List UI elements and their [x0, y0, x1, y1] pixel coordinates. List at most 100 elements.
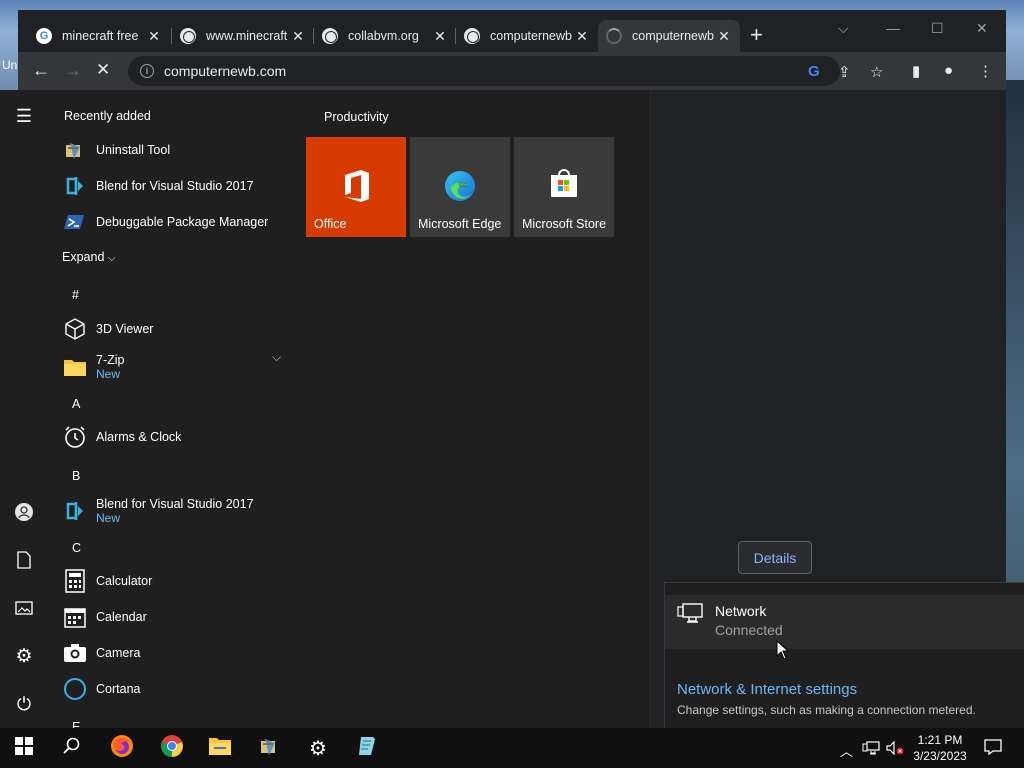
group-letter-e[interactable]: E — [72, 720, 80, 728]
edge-icon — [443, 169, 477, 208]
app-3d-viewer[interactable]: 3D Viewer — [62, 314, 153, 344]
blend-icon — [62, 498, 88, 524]
window-close-icon[interactable]: ✕ — [976, 20, 988, 37]
app-camera[interactable]: Camera — [62, 638, 140, 668]
network-settings-description: Change settings, such as making a connec… — [677, 703, 976, 717]
side-panel-icon[interactable]: ▮ — [912, 62, 920, 80]
hamburger-menu-icon[interactable]: ☰ — [12, 104, 36, 128]
start-rail: ☰ ⚙ ⏻ — [0, 90, 48, 728]
google-lens-icon[interactable]: G — [808, 63, 820, 80]
bookmark-star-icon[interactable]: ☆ — [870, 63, 883, 81]
tab-5-active[interactable]: computernewb ✕ — [598, 20, 740, 52]
tab-2[interactable]: www.minecraft ✕ — [172, 20, 314, 52]
group-letter-a[interactable]: A — [72, 397, 80, 411]
taskbar-firefox[interactable] — [102, 732, 142, 764]
network-flyout: Network Connected Network & Internet set… — [664, 582, 1024, 728]
back-icon[interactable]: ← — [32, 60, 50, 80]
close-icon[interactable]: ✕ — [716, 28, 732, 45]
stop-loading-icon[interactable]: ✕ — [96, 60, 110, 80]
desktop-icon-label[interactable]: Un — [2, 58, 17, 72]
minimize-icon[interactable]: — — [886, 20, 900, 36]
app-7-zip[interactable]: 7-Zip New — [62, 349, 124, 385]
uninstall-tool-icon — [62, 137, 88, 163]
share-icon[interactable]: ⇪ — [838, 63, 851, 81]
app-name: Calendar — [96, 610, 147, 624]
tab-1[interactable]: G minecraft free ✕ — [28, 20, 170, 52]
user-account-icon[interactable] — [12, 500, 36, 524]
volume-muted-icon[interactable] — [886, 740, 904, 758]
chevron-down-icon[interactable]: ⌵ — [272, 350, 281, 365]
app-blend-recent[interactable]: Blend for Visual Studio 2017 — [62, 171, 254, 201]
taskbar-file-explorer[interactable] — [200, 732, 240, 764]
app-calendar[interactable]: Calendar — [62, 602, 147, 632]
network-item[interactable]: Network Connected — [665, 595, 1024, 649]
recently-added-heading: Recently added — [64, 109, 151, 123]
url-text[interactable]: computernewb.com — [164, 63, 286, 79]
start-menu: ☰ ⚙ ⏻ Recently added Uninstall Tool Blen… — [0, 90, 650, 728]
windows-logo-icon — [15, 736, 33, 760]
taskbar-chrome[interactable] — [152, 732, 192, 764]
app-cortana[interactable]: Cortana — [62, 674, 140, 704]
taskbar-settings[interactable]: ⚙ — [298, 732, 338, 764]
pictures-icon[interactable] — [12, 596, 36, 620]
close-icon[interactable]: ✕ — [574, 28, 590, 45]
tab-4[interactable]: computernewb ✕ — [456, 20, 598, 52]
group-letter-b[interactable]: B — [72, 469, 80, 483]
calculator-icon — [62, 568, 88, 594]
cube-icon — [62, 316, 88, 342]
expand-button[interactable]: Expand ⌵ — [62, 250, 115, 264]
profile-icon[interactable]: ● — [944, 62, 953, 79]
group-letter-hash[interactable]: # — [72, 288, 79, 302]
address-bar[interactable]: i computernewb.com G ⇪ ☆ — [128, 56, 883, 86]
network-status: Connected — [715, 622, 783, 638]
app-uninstall-tool[interactable]: Uninstall Tool — [62, 135, 170, 165]
network-tray-icon[interactable] — [862, 741, 880, 758]
network-settings-link[interactable]: Network & Internet settings — [677, 681, 857, 698]
powershell-icon — [62, 209, 88, 235]
tile-microsoft-edge[interactable]: Microsoft Edge — [410, 137, 510, 237]
group-letter-c[interactable]: C — [72, 541, 81, 555]
settings-gear-icon: ⚙ — [309, 737, 327, 760]
app-debuggable-package-manager[interactable]: Debuggable Package Manager — [62, 207, 268, 237]
close-icon[interactable]: ✕ — [432, 28, 448, 45]
expand-label: Expand — [62, 250, 105, 264]
clock-date: 3/23/2023 — [913, 749, 967, 763]
taskbar-notepad[interactable] — [348, 732, 388, 764]
app-calculator[interactable]: Calculator — [62, 566, 152, 596]
taskbar-search-button[interactable] — [52, 732, 92, 764]
browser-toolbar: ← → ✕ i computernewb.com G ⇪ ☆ ▮ ● ⋮ — [18, 52, 1006, 90]
tile-microsoft-store[interactable]: Microsoft Store — [514, 137, 614, 237]
tab-search-icon[interactable]: ⌵ — [838, 20, 849, 37]
documents-icon[interactable] — [12, 548, 36, 572]
forward-icon[interactable]: → — [64, 60, 82, 80]
chevron-down-icon: ⌵ — [107, 253, 116, 264]
start-button[interactable] — [4, 732, 44, 764]
taskbar-uninstall-tool[interactable] — [250, 732, 290, 764]
office-icon — [342, 169, 372, 208]
new-badge: New — [96, 511, 121, 525]
details-button[interactable]: Details — [738, 541, 812, 574]
power-icon[interactable]: ⏻ — [12, 692, 36, 716]
tab-title: minecraft free — [62, 29, 139, 43]
info-icon[interactable]: i — [140, 64, 154, 78]
app-name: 7-Zip — [96, 353, 125, 367]
menu-kebab-icon[interactable]: ⋮ — [978, 62, 993, 80]
app-blend[interactable]: Blend for Visual Studio 2017 New — [62, 493, 254, 529]
tab-title: www.minecraft — [206, 29, 288, 43]
settings-gear-icon[interactable]: ⚙ — [12, 644, 36, 668]
cortana-icon — [62, 676, 88, 702]
app-alarms-clock[interactable]: Alarms & Clock — [62, 422, 181, 452]
close-icon[interactable]: ✕ — [290, 28, 306, 45]
app-name: Blend for Visual Studio 2017 — [96, 179, 254, 193]
tab-3[interactable]: collabvm.org ✕ — [314, 20, 456, 52]
show-hidden-icons-chevron-up-icon[interactable]: ︿ — [840, 741, 853, 760]
tile-office[interactable]: Office — [306, 137, 406, 237]
productivity-heading: Productivity — [324, 110, 389, 124]
maximize-icon[interactable]: ☐ — [931, 20, 944, 37]
ethernet-monitor-icon — [677, 603, 703, 630]
action-center-icon[interactable] — [984, 739, 1002, 758]
close-icon[interactable]: ✕ — [146, 28, 162, 45]
new-tab-button[interactable]: + — [750, 24, 763, 46]
app-name: Blend for Visual Studio 2017 — [96, 497, 254, 511]
taskbar-clock[interactable]: 1:21 PM 3/23/2023 — [906, 732, 974, 764]
